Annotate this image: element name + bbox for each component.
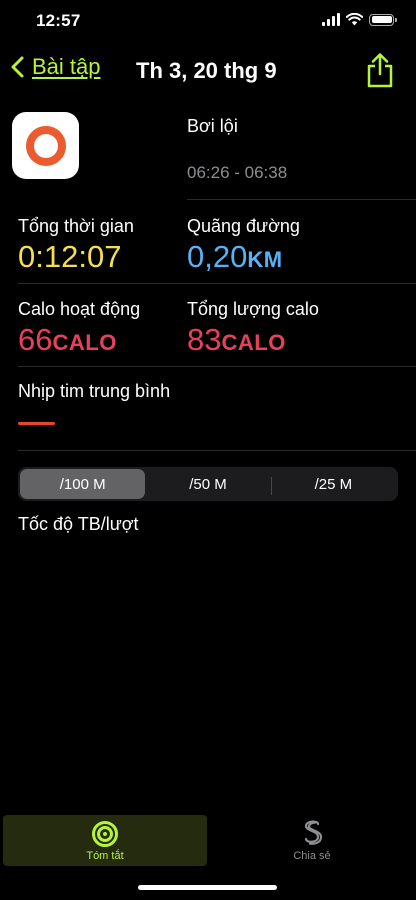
metric-value: 66CALO — [18, 322, 140, 358]
segment-25m[interactable]: /25 M — [270, 469, 396, 499]
pace-unit-segmented-control: /100 M /50 M /25 M — [18, 467, 398, 501]
segment-separator — [270, 477, 272, 495]
heart-rate-label: Nhịp tim trung bình — [18, 381, 171, 401]
metric-number: 66 — [18, 322, 53, 357]
segment-label: /50 M — [189, 475, 227, 493]
workout-name: Bơi lội — [187, 116, 238, 136]
status-bar: 12:57 — [0, 0, 416, 44]
metric-active-calories: Calo hoạt động 66CALO — [18, 299, 140, 358]
metric-value: 0:12:07 — [18, 239, 122, 274]
segment-label: /100 M — [59, 475, 106, 493]
battery-icon — [369, 13, 397, 26]
home-indicator[interactable] — [138, 885, 277, 890]
workout-header: Bơi lội 06:26 - 06:38 — [0, 102, 416, 194]
chevron-left-icon — [11, 56, 24, 78]
nav-bar: Bài tập Th 3, 20 thg 9 — [0, 44, 416, 100]
tab-label: Chia sẻ — [293, 850, 331, 862]
metric-total-time: Tổng thời gian 0:12:07 — [18, 216, 134, 275]
share-button[interactable] — [366, 52, 394, 93]
workout-app-icon — [12, 112, 79, 179]
back-button[interactable]: Bài tập — [10, 54, 101, 80]
status-time: 12:57 — [36, 11, 81, 30]
metric-unit: CALO — [221, 330, 286, 355]
metric-total-calories: Tổng lượng calo 83CALO — [187, 299, 319, 358]
metric-value: 83CALO — [187, 322, 319, 358]
divider — [187, 199, 416, 200]
tab-share[interactable]: Chia sẻ — [210, 815, 414, 866]
sharing-s-icon — [304, 820, 323, 845]
swim-ring-icon — [25, 125, 66, 166]
divider — [18, 283, 416, 284]
segment-label: /25 M — [314, 475, 353, 493]
workout-time-range: 06:26 - 06:38 — [187, 163, 288, 182]
signal-icon — [322, 13, 340, 26]
metric-label: Tổng lượng calo — [187, 299, 319, 319]
metric-unit: KM — [247, 247, 283, 272]
metric-label: Calo hoạt động — [18, 299, 141, 319]
metric-value: 0,20KM — [187, 239, 300, 275]
tab-summary[interactable]: Tóm tắt — [3, 815, 207, 866]
status-icons — [322, 13, 397, 26]
metric-label: Quãng đường — [187, 216, 300, 236]
tab-label: Tóm tắt — [86, 850, 124, 862]
metric-distance: Quãng đường 0,20KM — [187, 216, 300, 275]
wifi-icon — [346, 13, 363, 26]
heart-rate-placeholder-dash — [18, 422, 55, 425]
page-title: Th 3, 20 thg 9 — [136, 58, 277, 83]
segment-100m[interactable]: /100 M — [20, 469, 146, 499]
pace-label: Tốc độ TB/lượt — [18, 514, 139, 534]
activity-rings-icon — [92, 821, 118, 847]
metric-label: Tổng thời gian — [18, 216, 134, 236]
divider — [18, 450, 416, 451]
metric-unit: CALO — [52, 330, 117, 355]
segment-50m[interactable]: /50 M — [145, 469, 270, 499]
share-icon — [367, 53, 393, 88]
metric-number: 83 — [187, 322, 222, 357]
divider — [18, 366, 416, 367]
back-label: Bài tập — [32, 54, 101, 79]
metric-number: 0,20 — [187, 239, 248, 274]
